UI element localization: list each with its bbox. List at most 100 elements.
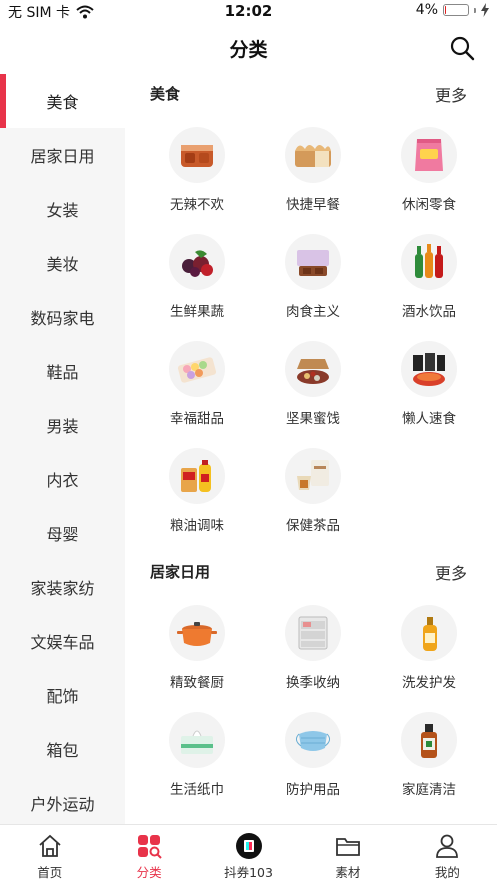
subcategory-label: 精致餐厨 — [170, 675, 224, 691]
sidebar-item-label: 内衣 — [46, 471, 79, 490]
status-bar: 无 SIM 卡 12:02 4% — [0, 0, 497, 22]
shampoo-icon — [401, 605, 457, 661]
sidebar-item[interactable]: 数码家电 — [0, 290, 125, 344]
search-icon[interactable] — [449, 35, 475, 61]
tissue-icon — [169, 712, 225, 768]
subcategory-label: 保健茶品 — [286, 518, 340, 534]
sidebar-item-label: 鞋品 — [46, 363, 79, 382]
subcategory-label: 家庭清洁 — [402, 782, 456, 798]
subcategory-item[interactable]: 保健茶品 — [255, 433, 371, 540]
tab-folder[interactable]: 素材 — [298, 825, 397, 883]
subcategory-item[interactable]: 休闲零食 — [371, 112, 487, 219]
sidebar-item[interactable]: 箱包 — [0, 722, 125, 776]
meat-box-icon — [285, 234, 341, 290]
battery-percent: 4% — [415, 2, 438, 18]
subcategory-label: 无辣不欢 — [170, 197, 224, 213]
category-content: 美食 更多 无辣不欢 快捷早餐 休闲零食 生鲜果蔬 肉食主义 酒水饮品 幸福甜品 坚果蜜饯 懒人速食… — [125, 74, 497, 824]
sidebar-item-label: 箱包 — [46, 741, 79, 760]
disinfectant-icon — [401, 712, 457, 768]
subcategory-item[interactable]: 生活纸巾 — [139, 697, 255, 804]
tab-label: 首页 — [37, 865, 63, 880]
sidebar-item[interactable]: 居家日用 — [0, 128, 125, 182]
sidebar-item[interactable]: 配饰 — [0, 668, 125, 722]
bottles-icon — [401, 234, 457, 290]
subcategory-label: 生鲜果蔬 — [170, 304, 224, 320]
sidebar-item[interactable]: 母婴 — [0, 506, 125, 560]
sidebar-item[interactable]: 户外运动 — [0, 776, 125, 824]
battery-indicator: 4% — [416, 2, 489, 18]
sidebar-item[interactable]: 文娱车品 — [0, 614, 125, 668]
battery-icon — [443, 4, 469, 16]
subcategory-item[interactable]: 肉食主义 — [255, 219, 371, 326]
subcategory-item[interactable]: 酒水饮品 — [371, 219, 487, 326]
tab-label: 抖券103 — [224, 865, 273, 880]
subcategory-label: 粮油调味 — [170, 518, 224, 534]
subcategory-item[interactable]: 幸福甜品 — [139, 326, 255, 433]
nuts-icon — [285, 341, 341, 397]
page-title: 分类 — [229, 39, 268, 61]
subcategory-label: 快捷早餐 — [286, 197, 340, 213]
subcategory-item[interactable]: 坚果蜜饯 — [255, 326, 371, 433]
sidebar-item[interactable]: 家装家纺 — [0, 560, 125, 614]
home-icon — [39, 834, 61, 857]
sidebar-item-label: 户外运动 — [30, 795, 95, 814]
mask-icon — [285, 712, 341, 768]
sidebar-item-label: 母婴 — [46, 525, 79, 544]
oil-rice-icon — [169, 448, 225, 504]
sidebar-item-label: 配饰 — [46, 687, 79, 706]
subcategory-item[interactable]: 粮油调味 — [139, 433, 255, 540]
subcategory-label: 生活纸巾 — [170, 782, 224, 798]
spicy-meat-icon — [169, 127, 225, 183]
sidebar-item-label: 居家日用 — [30, 147, 95, 166]
tab-home[interactable]: 首页 — [0, 825, 99, 883]
more-link[interactable]: 更多 — [435, 82, 467, 106]
subcategory-grid: 精致餐厨 换季收纳 洗发护发生活纸巾 防护用品 家庭清洁 — [125, 590, 497, 804]
charging-bolt-icon — [481, 3, 489, 17]
section-header: 居家日用 更多 — [125, 552, 497, 590]
sidebar-item-label: 美妆 — [46, 255, 79, 274]
more-link[interactable]: 更多 — [435, 560, 467, 584]
subcategory-item[interactable]: 洗发护发 — [371, 590, 487, 697]
subcategory-label: 换季收纳 — [286, 675, 340, 691]
sidebar-item[interactable]: 美妆 — [0, 236, 125, 290]
sidebar-item[interactable]: 鞋品 — [0, 344, 125, 398]
tab-profile[interactable]: 我的 — [398, 825, 497, 883]
subcategory-label: 洗发护发 — [402, 675, 456, 691]
sidebar-item-label: 家装家纺 — [30, 579, 95, 598]
subcategory-item[interactable]: 换季收纳 — [255, 590, 371, 697]
folder-icon — [336, 838, 360, 856]
tab-label: 分类 — [136, 865, 162, 880]
subcategory-label: 懒人速食 — [402, 411, 456, 427]
subcategory-label: 防护用品 — [286, 782, 340, 798]
sidebar-item-label: 女装 — [46, 201, 79, 220]
tea-icon — [285, 448, 341, 504]
tab-category[interactable]: 分类 — [99, 825, 198, 883]
sidebar-item[interactable]: 女装 — [0, 182, 125, 236]
subcategory-item[interactable]: 家庭清洁 — [371, 697, 487, 804]
sidebar-item-label: 美食 — [46, 93, 79, 112]
subcategory-item[interactable]: 快捷早餐 — [255, 112, 371, 219]
subcategory-label: 酒水饮品 — [402, 304, 456, 320]
subcategory-item[interactable]: 精致餐厨 — [139, 590, 255, 697]
sidebar-item-label: 男装 — [46, 417, 79, 436]
section-title: 美食 — [150, 85, 181, 103]
subcategory-label: 坚果蜜饯 — [286, 411, 340, 427]
subcategory-item[interactable]: 生鲜果蔬 — [139, 219, 255, 326]
tiktok-coupon-icon — [235, 833, 262, 859]
navigation-bar: 分类 — [0, 22, 497, 72]
subcategory-item[interactable]: 懒人速食 — [371, 326, 487, 433]
berries-icon — [169, 234, 225, 290]
tab-label: 素材 — [335, 865, 361, 880]
sidebar-item[interactable]: 内衣 — [0, 452, 125, 506]
tab-tiktok-coupon[interactable]: 抖券103 — [199, 825, 298, 883]
subcategory-label: 幸福甜品 — [170, 411, 224, 427]
sidebar-item[interactable]: 男装 — [0, 398, 125, 452]
drawer-icon — [285, 605, 341, 661]
subcategory-label: 肉食主义 — [286, 304, 340, 320]
sidebar-item-label: 数码家电 — [30, 309, 95, 328]
pot-icon — [169, 605, 225, 661]
section-header: 美食 更多 — [125, 74, 497, 112]
sidebar-item[interactable]: 美食 — [0, 74, 125, 128]
subcategory-item[interactable]: 防护用品 — [255, 697, 371, 804]
subcategory-item[interactable]: 无辣不欢 — [139, 112, 255, 219]
